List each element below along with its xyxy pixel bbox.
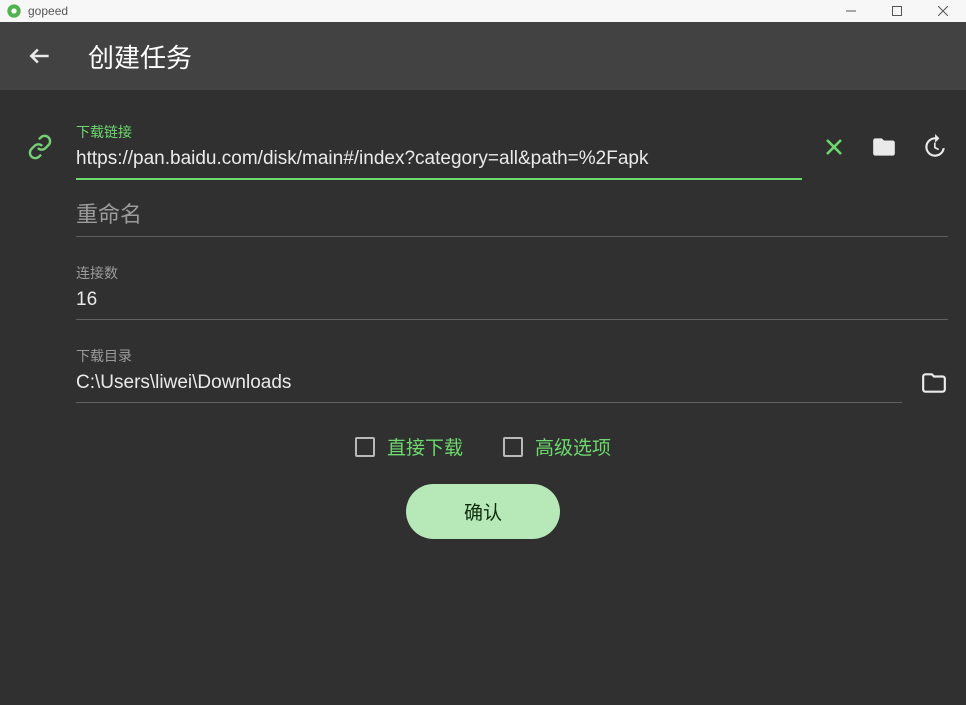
rename-row (18, 192, 948, 237)
window-controls (828, 0, 966, 22)
connections-row: 连接数 (18, 255, 948, 320)
url-field: 下载链接 (76, 114, 802, 180)
confirm-button[interactable]: 确认 (406, 484, 560, 539)
app-logo-icon (6, 3, 22, 19)
browse-folder-button[interactable] (920, 369, 948, 397)
page-header: 创建任务 (0, 22, 966, 90)
url-label: 下载链接 (76, 114, 802, 144)
path-label: 下载目录 (76, 338, 902, 368)
open-file-button[interactable] (870, 133, 898, 161)
link-icon (18, 134, 62, 160)
connections-field: 连接数 (76, 255, 948, 320)
path-field: 下载目录 (76, 338, 902, 403)
checkbox-box-icon (355, 437, 375, 457)
app-name: gopeed (28, 4, 68, 18)
direct-download-checkbox[interactable]: 直接下载 (355, 433, 463, 460)
page-title: 创建任务 (88, 38, 192, 75)
advanced-options-label: 高级选项 (535, 433, 611, 460)
form-content: 下载链接 连接数 下载目录 (0, 90, 966, 705)
connections-label: 连接数 (76, 255, 948, 285)
connections-input[interactable] (76, 285, 948, 320)
path-row: 下载目录 (18, 338, 948, 403)
advanced-options-checkbox[interactable]: 高级选项 (503, 433, 611, 460)
window-maximize-button[interactable] (874, 0, 920, 22)
rename-field (76, 192, 948, 237)
url-actions (820, 133, 948, 161)
checkbox-box-icon (503, 437, 523, 457)
url-row: 下载链接 (18, 114, 948, 180)
confirm-row: 确认 (18, 484, 948, 539)
window-titlebar: gopeed (0, 0, 966, 22)
back-button[interactable] (24, 40, 56, 72)
clear-url-button[interactable] (820, 133, 848, 161)
window-close-button[interactable] (920, 0, 966, 22)
window-minimize-button[interactable] (828, 0, 874, 22)
rename-input[interactable] (76, 192, 948, 237)
url-input[interactable] (76, 144, 802, 180)
direct-download-label: 直接下载 (387, 433, 463, 460)
path-input[interactable] (76, 368, 902, 403)
history-button[interactable] (920, 133, 948, 161)
options-row: 直接下载 高级选项 (18, 433, 948, 460)
